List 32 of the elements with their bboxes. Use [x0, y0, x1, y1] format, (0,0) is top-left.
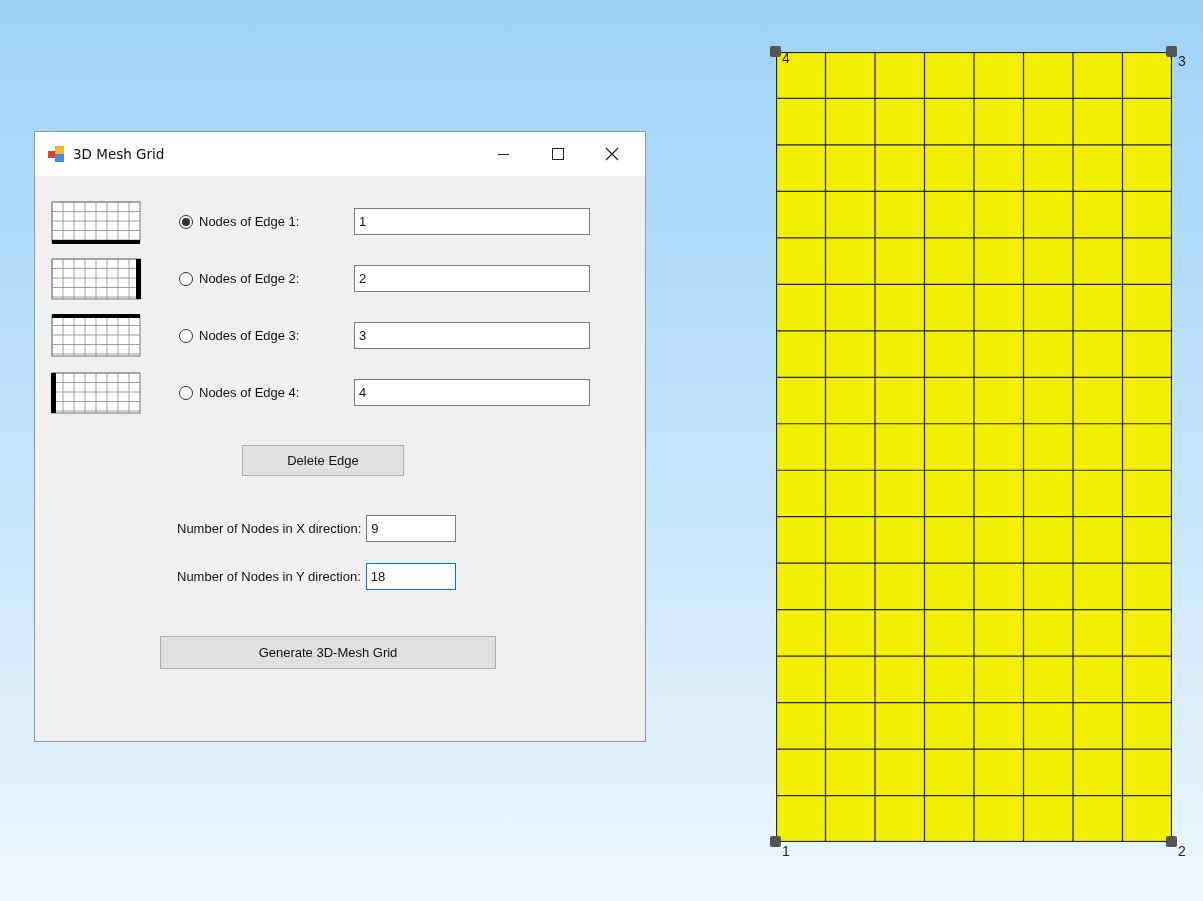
edge-grid-icon [50, 256, 142, 301]
edge-nodes-label: Nodes of Edge 2: [199, 271, 300, 286]
edge-nodes-field[interactable]: 3 [354, 322, 590, 349]
corner-node-label: 4 [782, 50, 790, 66]
edge-nodes-field[interactable]: 1 [354, 208, 590, 235]
corner-node-label: 1 [782, 843, 790, 859]
nodes-x-field[interactable]: 9 [366, 515, 457, 542]
edge-nodes-field[interactable]: 2 [354, 265, 590, 292]
edge-grid-icon [50, 313, 142, 358]
corner-node-marker[interactable] [1166, 46, 1177, 57]
edge-nodes-label: Nodes of Edge 4: [199, 385, 300, 400]
corner-node-marker[interactable] [770, 46, 781, 57]
delete-edge-button[interactable]: Delete Edge [242, 445, 404, 476]
radio-button[interactable] [179, 271, 193, 286]
corner-node-marker[interactable] [1166, 836, 1177, 847]
app-icon [48, 146, 64, 162]
window-title: 3D Mesh Grid [73, 146, 165, 162]
radio-button[interactable] [179, 214, 193, 229]
radio-button[interactable] [179, 328, 193, 343]
corner-node-marker[interactable] [770, 836, 781, 847]
edge-nodes-field[interactable]: 4 [354, 379, 590, 406]
edge-nodes-label: Nodes of Edge 3: [199, 328, 300, 343]
nodes-y-label: Number of Nodes in Y direction: [177, 569, 361, 584]
corner-node-label: 3 [1178, 53, 1186, 69]
generate-mesh-button[interactable]: Generate 3D-Mesh Grid [160, 636, 496, 669]
edge-grid-icon [50, 199, 142, 244]
edge-grid-icon [50, 370, 142, 415]
nodes-x-label: Number of Nodes in X direction: [177, 521, 362, 536]
corner-node-label: 2 [1178, 843, 1186, 859]
radio-button[interactable] [179, 385, 193, 400]
nodes-y-field[interactable]: 18 [365, 563, 456, 590]
edge-nodes-label: Nodes of Edge 1: [199, 214, 300, 229]
